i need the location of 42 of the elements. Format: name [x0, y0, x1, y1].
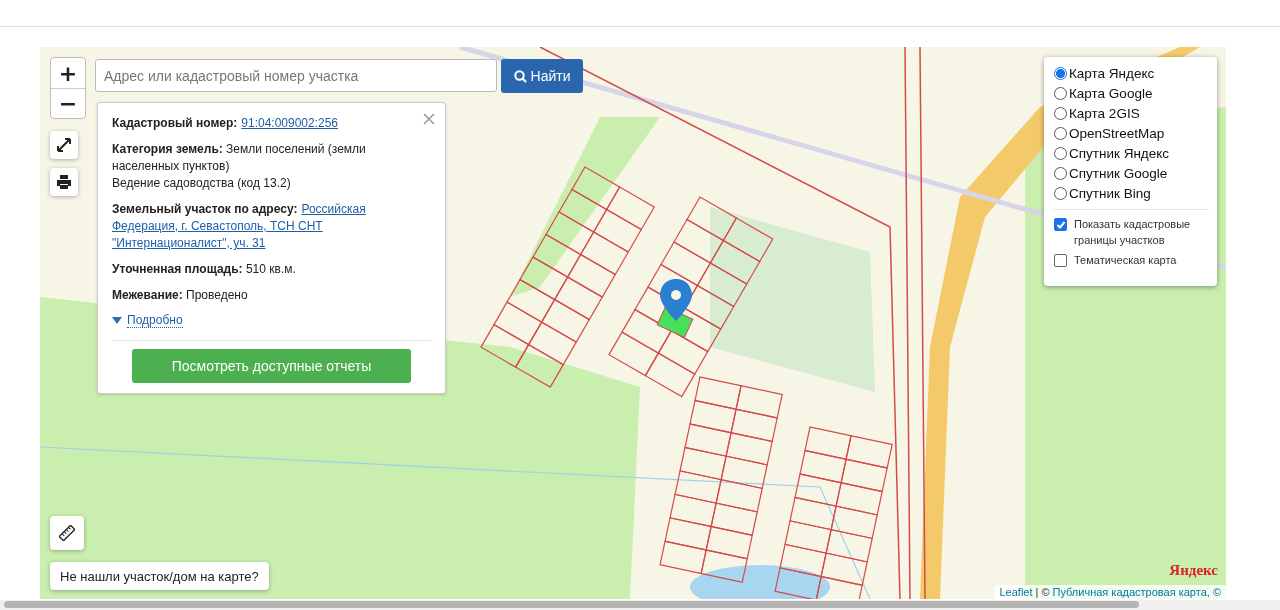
printer-icon: [56, 175, 72, 189]
layer-option[interactable]: Спутник Яндекс: [1054, 143, 1209, 163]
print-button[interactable]: [50, 168, 78, 196]
info-text: Ведение садоводства (код 13.2): [112, 175, 292, 192]
layer-option[interactable]: OpenStreetMap: [1054, 123, 1209, 143]
info-link[interactable]: Федерация, г. Севастополь, ТСН СНТ: [112, 218, 323, 235]
checkbox[interactable]: [1054, 254, 1067, 267]
attribution-link[interactable]: Публичная кадастровая карта, ©: [1052, 586, 1221, 598]
fullscreen-button[interactable]: [50, 131, 78, 159]
attribution-link[interactable]: Leaflet: [999, 586, 1033, 598]
overlay-option[interactable]: Показать кадастровые границы участков: [1054, 216, 1209, 248]
search-field[interactable]: Адрес или кадастровый номер участка: [95, 59, 497, 92]
layer-option[interactable]: Карта Яндекс: [1054, 63, 1209, 83]
caret-icon: [112, 317, 122, 324]
map-logo: Яндекс: [1169, 562, 1218, 579]
info-link[interactable]: Российская: [301, 202, 366, 216]
overlay-option[interactable]: Тематическая карта: [1054, 252, 1209, 268]
scrollbar[interactable]: [0, 600, 1280, 610]
search-button[interactable]: Найти: [501, 59, 583, 93]
expand-icon: [57, 138, 71, 152]
info-text: Категория земель: Земли поселений (земли населенных пунктов): [112, 141, 367, 175]
info-link[interactable]: "Интернационалист", уч. 31: [112, 235, 266, 252]
field-label: Земельный участок по адресу:: [112, 202, 298, 216]
close-icon: [423, 113, 435, 125]
field-label: Кадастровый номер:: [112, 116, 238, 130]
search-icon: [513, 69, 527, 83]
attribution-text: | ©: [1035, 586, 1050, 598]
layer-option[interactable]: Карта Google: [1054, 83, 1209, 103]
layer-option[interactable]: Спутник Bing: [1054, 183, 1209, 203]
checkbox[interactable]: [1054, 218, 1067, 231]
layer-option[interactable]: Спутник Google: [1054, 163, 1209, 183]
info-text: Уточненная площадь: 510 кв.м.: [112, 261, 297, 278]
radio-button[interactable]: [1054, 66, 1067, 80]
info-text: Межевание: Проведено: [112, 287, 249, 304]
layer-option[interactable]: Карта 2GIS: [1054, 103, 1209, 123]
info-link[interactable]: 91:04:009002:256: [241, 116, 339, 130]
details-link[interactable]: Подробно: [112, 313, 183, 328]
zoom-out-button[interactable]: −: [51, 88, 85, 118]
ruler-button[interactable]: [50, 516, 84, 550]
ruler-icon: [59, 525, 75, 541]
not-found-button[interactable]: Не нашли участок/дом на карте?: [50, 562, 269, 590]
close-button[interactable]: [421, 111, 437, 127]
